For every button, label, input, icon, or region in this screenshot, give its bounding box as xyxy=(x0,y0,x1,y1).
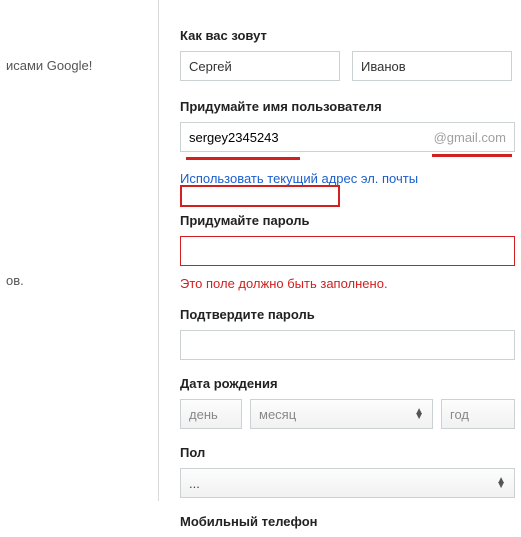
chevron-updown-icon: ▲▼ xyxy=(496,478,506,488)
sidebar-text-fragment: ов. xyxy=(0,273,158,288)
username-field[interactable]: @gmail.com xyxy=(180,122,515,152)
dob-month-placeholder: месяц xyxy=(259,407,296,422)
gender-select[interactable]: ... ▲▼ xyxy=(180,468,515,498)
highlight-box xyxy=(180,185,340,207)
gender-value: ... xyxy=(189,476,200,491)
dob-day-placeholder: день xyxy=(189,407,218,422)
username-domain: @gmail.com xyxy=(434,130,514,145)
chevron-updown-icon: ▲▼ xyxy=(414,409,424,419)
underline-marker-left xyxy=(186,157,300,160)
username-input[interactable] xyxy=(181,123,434,151)
use-current-email-link[interactable]: Использовать текущий адрес эл. почты xyxy=(180,171,418,186)
name-label: Как вас зовут xyxy=(180,28,518,43)
gender-label: Пол xyxy=(180,445,518,460)
vertical-divider xyxy=(158,0,159,501)
dob-day-select[interactable]: день xyxy=(180,399,242,429)
underline-marker-right xyxy=(432,154,512,157)
username-label: Придумайте имя пользователя xyxy=(180,99,518,114)
confirm-password-label: Подтвердите пароль xyxy=(180,307,518,322)
confirm-password-input[interactable] xyxy=(180,330,515,360)
first-name-input[interactable] xyxy=(180,51,340,81)
last-name-input[interactable] xyxy=(352,51,512,81)
dob-year-select[interactable]: год xyxy=(441,399,515,429)
password-input[interactable] xyxy=(180,236,515,266)
password-error: Это поле должно быть заполнено. xyxy=(180,276,518,291)
phone-label: Мобильный телефон xyxy=(180,514,518,529)
dob-month-select[interactable]: месяц ▲▼ xyxy=(250,399,433,429)
dob-label: Дата рождения xyxy=(180,376,518,391)
sidebar-text-services: исами Google! xyxy=(0,58,158,73)
dob-year-placeholder: год xyxy=(450,407,469,422)
password-label: Придумайте пароль xyxy=(180,213,518,228)
